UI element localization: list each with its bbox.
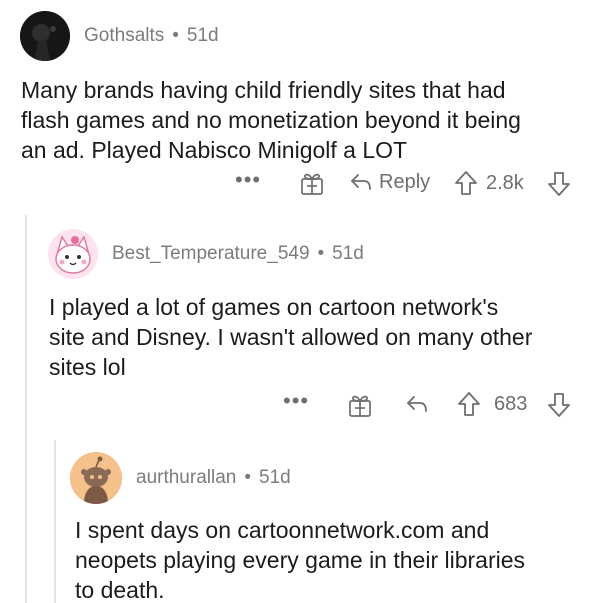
reply-arrow-icon [351,174,371,190]
meta-separator: • [172,25,179,46]
downvote-arrow-icon [548,393,570,417]
reply-button[interactable]: Reply [349,170,430,194]
vote-score: 683 [494,393,528,415]
username[interactable]: aurthurallan [136,467,236,489]
downvote-arrow-icon [548,172,570,196]
more-options-button[interactable]: ••• [283,390,309,416]
upvote-arrow-icon [458,392,480,416]
downvote-button[interactable] [547,171,571,197]
gothic-avatar-icon [20,11,70,61]
cat-snoo-avatar-icon [48,229,98,279]
upvote-button[interactable] [454,170,478,196]
meta-separator: • [317,243,325,264]
username[interactable]: Gothsalts [84,25,164,47]
comment-age: 51d [332,243,364,264]
gift-box-icon [301,173,323,195]
reply-label: Reply [379,170,431,193]
gift-box-icon [349,395,371,417]
avatar[interactable] [70,452,122,504]
comment-header: Gothsalts • 51d [20,11,219,61]
reply-button[interactable] [405,392,429,416]
comment-age: 51d [186,25,219,46]
vote-score: 2.8k [486,172,524,194]
meta-separator: • [244,467,251,488]
comment-actions: ••• 683 [0,388,599,422]
comment-actions: ••• Reply 2.8k [0,167,599,201]
upvote-arrow-icon [455,171,477,195]
comment-body: I spent days on cartoonnetwork.com and n… [75,517,526,603]
award-button[interactable] [299,170,325,196]
more-options-button[interactable]: ••• [235,169,261,195]
comment-header: Best_Temperature_549 • 51d [48,229,364,279]
comment-thread: Gothsalts • 51d Many brands having child… [0,0,599,603]
reply-arrow-icon [407,396,427,412]
upvote-button[interactable] [457,391,481,417]
avatar[interactable] [48,229,98,279]
downvote-button[interactable] [547,392,571,418]
snoo-avatar-icon [70,452,122,504]
comment-header: aurthurallan • 51d [70,452,291,504]
username[interactable]: Best_Temperature_549 [112,243,310,265]
award-button[interactable] [347,392,373,418]
thread-line-level-2[interactable] [54,440,56,603]
comment-age: 51d [259,467,291,488]
avatar[interactable] [20,11,70,61]
comment-body: I played a lot of games on cartoon netwo… [49,294,533,380]
comment-body: Many brands having child friendly sites … [21,77,521,163]
